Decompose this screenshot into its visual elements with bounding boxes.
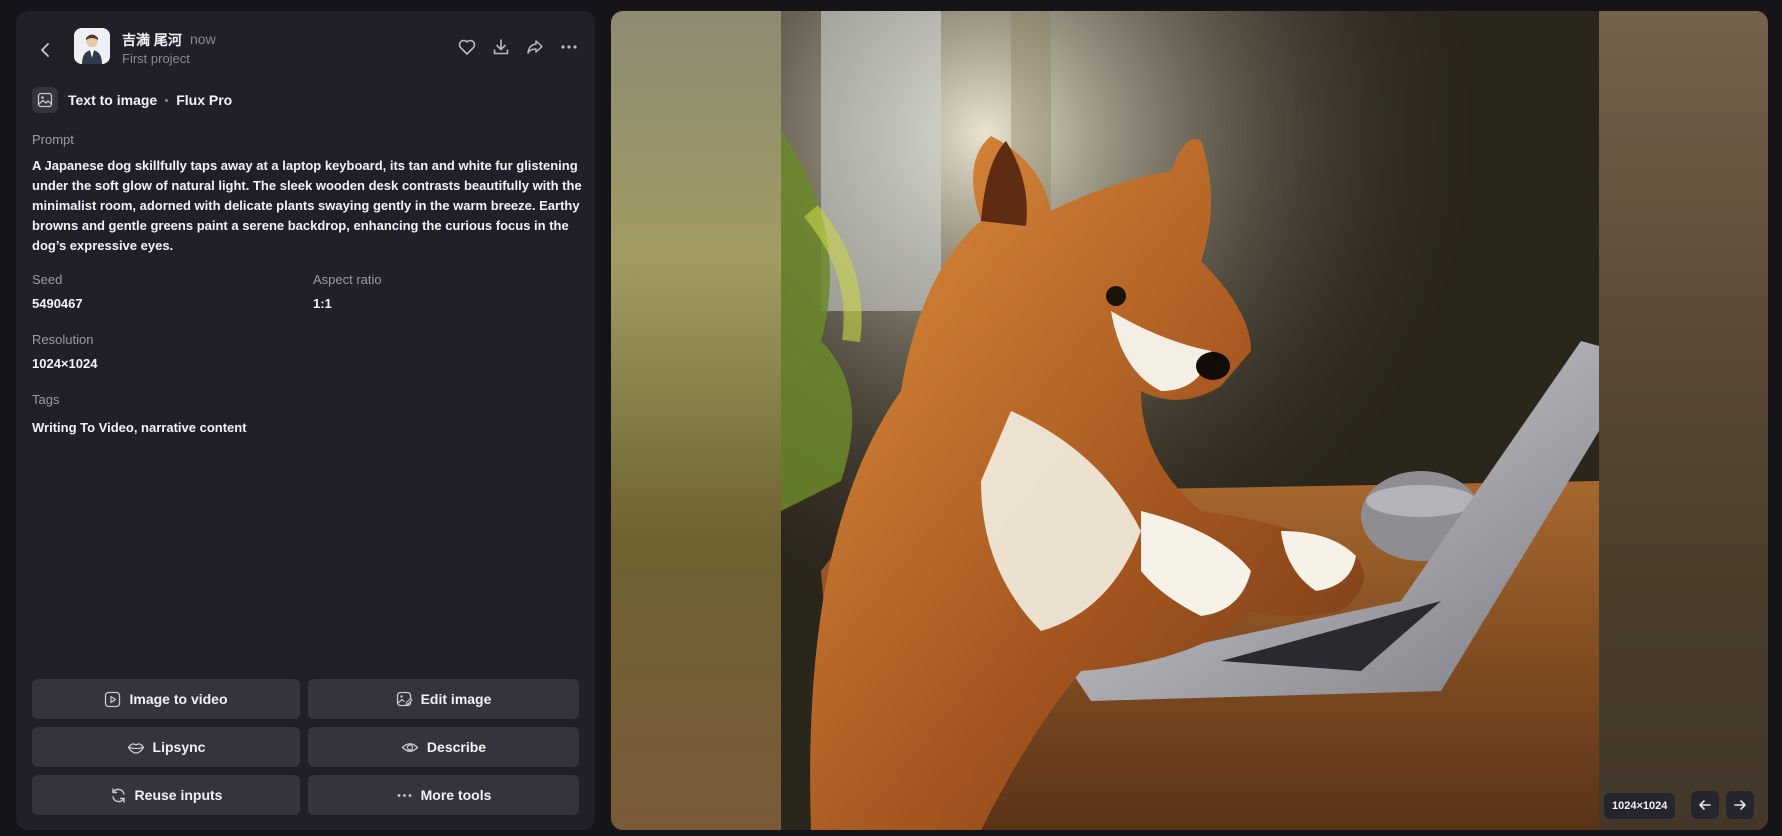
more-tools-button[interactable]: More tools <box>308 775 579 815</box>
image-to-video-label: Image to video <box>129 691 228 707</box>
seed-value: 5490467 <box>32 296 83 311</box>
refresh-icon <box>111 787 125 803</box>
download-icon <box>493 39 509 55</box>
avatar[interactable] <box>74 28 110 64</box>
arrow-right-icon <box>1734 800 1746 810</box>
aspect-ratio-label: Aspect ratio <box>313 272 382 287</box>
timestamp: now <box>190 31 216 47</box>
separator-dot <box>165 98 169 102</box>
reuse-inputs-label: Reuse inputs <box>134 787 223 803</box>
blurred-backdrop-right <box>1598 11 1768 830</box>
more-options-button[interactable] <box>557 35 581 59</box>
edit-image-button[interactable]: Edit image <box>308 679 579 719</box>
tags-label: Tags <box>32 392 60 407</box>
lips-icon <box>127 742 144 754</box>
image-icon <box>32 87 58 113</box>
image-viewer: 1024×1024 <box>611 11 1768 830</box>
share-icon <box>527 40 543 54</box>
previous-image-button[interactable] <box>1691 791 1719 819</box>
play-square-icon <box>105 691 121 707</box>
heart-icon <box>458 39 476 55</box>
model-info: Text to image Flux Pro <box>32 87 232 113</box>
lipsync-button[interactable]: Lipsync <box>32 727 300 767</box>
blurred-backdrop-left <box>611 11 781 830</box>
project-name[interactable]: First project <box>122 51 190 66</box>
generated-image[interactable] <box>781 11 1599 830</box>
prompt-text: A Japanese dog skillfully taps away at a… <box>32 158 582 253</box>
edit-image-icon <box>396 691 413 706</box>
resolution-value: 1024×1024 <box>32 356 98 371</box>
aspect-ratio-value: 1:1 <box>313 296 332 311</box>
model-name: Flux Pro <box>176 92 233 108</box>
more-horizontal-icon <box>561 45 577 49</box>
action-buttons: Image to video Edit image Lipsync Descri… <box>32 679 579 815</box>
edit-image-label: Edit image <box>420 691 492 707</box>
resolution-label: Resolution <box>32 332 94 347</box>
user-name[interactable]: 吉満 尾河 <box>122 30 182 50</box>
user-avatar-icon <box>74 28 110 64</box>
next-image-button[interactable] <box>1726 791 1754 819</box>
generation-mode: Text to image <box>68 92 158 108</box>
prompt-label: Prompt <box>32 132 74 147</box>
tags-value: Writing To Video, narrative content <box>32 420 247 435</box>
seed-label: Seed <box>32 272 63 287</box>
arrow-left-icon <box>1699 800 1711 810</box>
back-button[interactable] <box>34 38 58 62</box>
header-actions <box>455 35 581 59</box>
share-button[interactable] <box>523 35 547 59</box>
lipsync-label: Lipsync <box>152 739 206 755</box>
chevron-left-icon <box>41 43 49 57</box>
describe-label: Describe <box>426 739 487 755</box>
describe-button[interactable]: Describe <box>308 727 579 767</box>
image-to-video-button[interactable]: Image to video <box>32 679 300 719</box>
dog-at-laptop-photo <box>781 11 1599 830</box>
reuse-inputs-button[interactable]: Reuse inputs <box>32 775 300 815</box>
more-tools-label: More tools <box>420 787 492 803</box>
details-panel: 吉満 尾河 now First project Text to image Fl… <box>16 11 595 830</box>
panel-header: 吉満 尾河 now First project <box>16 11 595 81</box>
eye-icon <box>401 742 419 752</box>
more-horizontal-icon <box>397 793 412 797</box>
like-button[interactable] <box>455 35 479 59</box>
download-button[interactable] <box>489 35 513 59</box>
resolution-badge: 1024×1024 <box>1604 793 1676 819</box>
